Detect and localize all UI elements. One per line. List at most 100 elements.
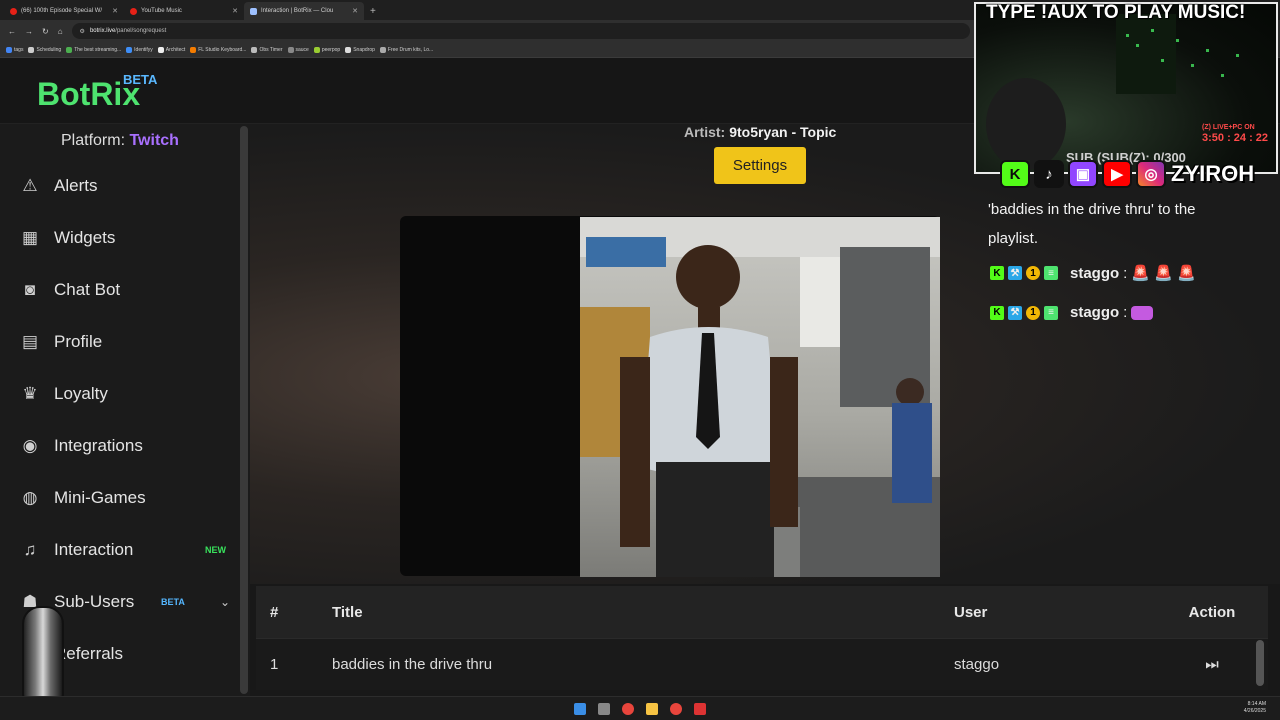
tab-label: (66) 100th Episode Special W/: [21, 8, 103, 14]
settings-button[interactable]: Settings: [714, 147, 806, 184]
song-thumbnail: [580, 217, 940, 577]
chat-separator: :: [1123, 264, 1128, 282]
sidebar-item-label: Chat Bot: [54, 280, 121, 299]
skip-icon[interactable]: ⏭: [1156, 656, 1268, 673]
clock-date: 4/26/2025: [1243, 708, 1266, 714]
home-icon[interactable]: ⌂: [58, 27, 63, 36]
coin-badge-icon: 1: [1026, 305, 1040, 320]
twitch-icon: ▣: [1068, 160, 1098, 188]
logo-beta-badge: BETA: [123, 72, 158, 87]
sidebar-item-label: Integrations: [54, 436, 143, 455]
back-icon[interactable]: ←: [8, 27, 16, 36]
forward-icon[interactable]: →: [25, 27, 33, 36]
browser-tab-active[interactable]: Interaction | BotRix — Clou ✕: [244, 2, 364, 20]
chat-username: staggo: [1070, 304, 1120, 321]
sidebar-item-loyalty[interactable]: ♛ Loyalty: [20, 384, 232, 404]
url-path: /panel/songrequest: [115, 28, 167, 34]
sidebar-item-integrations[interactable]: ◉ Integrations: [20, 436, 232, 456]
chrome-icon[interactable]: [670, 702, 682, 715]
cell-user: staggo: [954, 656, 1000, 673]
bookmark[interactable]: peerpop: [313, 46, 340, 53]
thumbnail-illustration: [580, 217, 940, 577]
sidebar-item-widgets[interactable]: ▦ Widgets: [20, 228, 232, 248]
artist-value: 9to5ryan - Topic: [729, 124, 837, 140]
sidebar-item-label: Profile: [54, 332, 103, 351]
sidebar-scrollbar[interactable]: [240, 126, 248, 694]
stream-banner: TYPE !AUX TO PLAY MUSIC!: [986, 2, 1246, 23]
sidebar-item-label: Mini-Games: [54, 488, 146, 507]
chat-separator: :: [1123, 304, 1128, 321]
reload-icon[interactable]: ↻: [42, 27, 49, 36]
chat-username: staggo: [1070, 264, 1120, 282]
close-icon[interactable]: ✕: [112, 7, 118, 15]
sidebar-item-profile[interactable]: ▤ Profile: [20, 332, 232, 352]
bookmark[interactable]: The best streaming...: [66, 46, 121, 53]
browser-tab[interactable]: YouTube Music ✕: [124, 2, 244, 20]
bookmark[interactable]: Snapdrop: [345, 46, 375, 53]
chat-row: K ⚒ 1 ≡ staggo :: [990, 304, 1154, 321]
platform-label: Platform:: [61, 132, 126, 149]
bookmark[interactable]: Architect: [157, 46, 185, 53]
chat-row: K ⚒ 1 ≡ staggo : 🚨 🚨 🚨: [990, 264, 1196, 282]
trophy-icon: ♛: [22, 384, 38, 403]
table-scrollbar[interactable]: [1256, 640, 1264, 686]
cell-num: 1: [270, 656, 279, 673]
file-explorer-icon[interactable]: [646, 702, 658, 715]
column-header-user: User: [954, 603, 988, 621]
tab-label: YouTube Music: [141, 8, 182, 14]
platform-value: Twitch: [129, 132, 179, 149]
close-icon[interactable]: ✕: [352, 7, 358, 15]
botrix-icon: [250, 7, 257, 15]
bookmark[interactable]: tags: [6, 46, 23, 53]
coin-badge-icon: 1: [1026, 266, 1040, 280]
windows-taskbar: 8:14 AM 4/26/2025: [0, 696, 1280, 720]
warning-icon: ⚠: [22, 176, 38, 195]
kick-badge-icon: K: [990, 305, 1004, 320]
timer-line2: 3:50 : 24 : 22: [1202, 132, 1269, 144]
column-header-action: Action: [1188, 603, 1236, 621]
webcam-overlay: [974, 2, 1278, 174]
start-icon[interactable]: [574, 702, 586, 715]
id-card-icon: ▤: [21, 332, 39, 351]
sidebar-item-label: Alerts: [54, 176, 98, 195]
sidebar-item-label: Interaction: [54, 540, 134, 559]
cell-title: baddies in the drive thru: [332, 656, 493, 673]
new-tab-button[interactable]: +: [364, 2, 382, 20]
platform-selector[interactable]: Platform: Twitch: [61, 132, 179, 150]
sidebar-item-interaction[interactable]: ♫ Interaction NEW: [20, 540, 232, 560]
sidebar-item-label: Widgets: [54, 228, 116, 247]
music-icon: ♫: [23, 540, 37, 559]
chevron-down-icon[interactable]: ⌄: [220, 595, 230, 609]
bookmark[interactable]: sauce: [287, 46, 309, 53]
pickaxe-badge-icon: ⚒: [1008, 305, 1022, 320]
system-clock[interactable]: 8:14 AM 4/26/2025: [1244, 701, 1266, 715]
stream-timer: (Z) LIVE+PC ON 3:50 : 24 : 22: [1202, 122, 1268, 144]
browser-tab[interactable]: (66) 100th Episode Special W/ ✕: [4, 2, 124, 20]
channel-name: ZYIROH: [1171, 161, 1255, 186]
sidebar-item-label: Sub-Users: [54, 592, 135, 611]
bookmark[interactable]: Obs Timer: [251, 46, 283, 53]
bookmark[interactable]: Free Drum kits, Lo...: [379, 46, 433, 53]
url-bar[interactable]: ⚙ botrix.live/panel/songrequest: [71, 23, 970, 39]
beta-badge: BETA: [161, 597, 185, 607]
close-icon[interactable]: ✕: [232, 7, 238, 15]
site-info-icon[interactable]: ⚙: [80, 28, 85, 35]
song-queue-table: # Title User Action 1 baddies in the dri…: [256, 586, 1268, 690]
bookmark[interactable]: Identifyy: [126, 46, 153, 53]
sidebar-item-alerts[interactable]: ⚠ Alerts: [20, 176, 232, 196]
obs-icon[interactable]: [694, 702, 706, 715]
stack-badge-icon: ≡: [1044, 266, 1058, 280]
discord-icon: ◉: [22, 436, 38, 455]
sidebar-item-chat-bot[interactable]: ◙ Chat Bot: [20, 280, 232, 300]
new-badge: NEW: [205, 545, 226, 555]
bookmark[interactable]: FL Studio Keyboard...: [190, 46, 246, 53]
url-host: botrix.live: [89, 28, 116, 34]
search-icon[interactable]: [598, 702, 610, 715]
sidebar-item-label: Loyalty: [54, 384, 108, 403]
pickaxe-badge-icon: ⚒: [1008, 266, 1022, 280]
chrome-icon[interactable]: [622, 702, 634, 715]
siren-emote-icon: 🚨 🚨 🚨: [1131, 265, 1196, 282]
sidebar-item-mini-games[interactable]: ◍ Mini-Games: [20, 488, 232, 508]
bookmark[interactable]: Scheduling: [28, 46, 61, 53]
column-header-num: #: [270, 603, 279, 621]
